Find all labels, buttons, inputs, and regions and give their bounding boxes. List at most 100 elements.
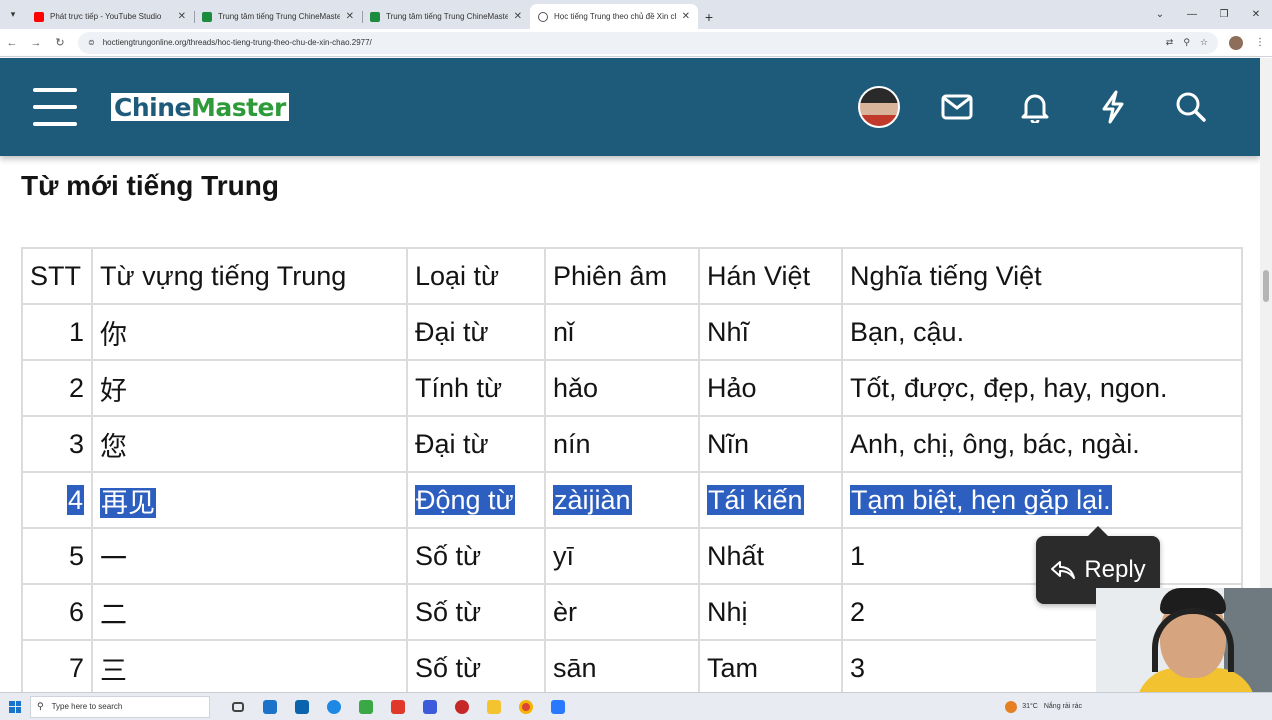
table-row: 2 好 Tính từ hǎo Hảo Tốt, được, đẹp, hay,… xyxy=(21,359,1243,417)
cell-word-type: Số từ xyxy=(406,639,546,692)
browser-tab-strip: ▾ Phát trực tiếp - YouTube Studio ✕ Trun… xyxy=(0,0,1272,29)
close-icon[interactable]: ✕ xyxy=(682,11,690,22)
browser-tab[interactable]: Trung tâm tiếng Trung ChineMaster ✕ xyxy=(194,4,362,29)
red-app-icon[interactable] xyxy=(446,699,478,714)
cell-word-type: Đại từ xyxy=(406,303,546,361)
close-window-icon[interactable]: ✕ xyxy=(1240,0,1272,29)
header-meaning: Nghĩa tiếng Việt xyxy=(841,247,1243,305)
selected-text[interactable]: 4 xyxy=(66,484,84,515)
cell-pinyin: hǎo xyxy=(544,359,700,417)
table-header-row: STT Từ vựng tiếng Trung Loại từ Phiên âm… xyxy=(21,247,1243,305)
whats-new-button[interactable] xyxy=(1074,90,1152,124)
cell-pinyin: nǐ xyxy=(544,303,700,361)
store-icon[interactable] xyxy=(254,699,286,714)
cell-word-type: Số từ xyxy=(406,583,546,641)
cell-stt: 6 xyxy=(21,583,93,641)
cell-pinyin: zàijiàn xyxy=(544,471,700,529)
search-button[interactable] xyxy=(1152,91,1230,123)
header-pinyin: Phiên âm xyxy=(544,247,700,305)
tab-search-icon[interactable]: ▾ xyxy=(0,0,26,29)
cell-stt: 4 xyxy=(21,471,93,529)
cell-word-type: Số từ xyxy=(406,527,546,585)
bookmark-star-icon[interactable]: ☆ xyxy=(1200,37,1208,48)
inbox-button[interactable] xyxy=(918,94,996,120)
cell-word-type: Đại từ xyxy=(406,415,546,473)
camtasia-green-icon[interactable] xyxy=(350,699,382,714)
mail-icon[interactable] xyxy=(286,699,318,714)
reply-label: Reply xyxy=(1084,556,1146,583)
forward-icon[interactable]: → xyxy=(24,31,48,55)
cell-stt: 2 xyxy=(21,359,93,417)
cell-pinyin: èr xyxy=(544,583,700,641)
site-logo[interactable]: Chine Master xyxy=(111,92,289,122)
cell-chinese-word: 好 xyxy=(91,359,408,417)
cell-chinese-word: 二 xyxy=(91,583,408,641)
logo-text-part2: Master xyxy=(190,92,286,122)
weather-temperature[interactable]: 31°C xyxy=(1022,703,1038,710)
translate-icon[interactable]: ⇄ xyxy=(1166,37,1174,48)
camtasia-red-icon[interactable] xyxy=(382,699,414,714)
cell-pinyin: yī xyxy=(544,527,700,585)
restore-icon[interactable]: ❐ xyxy=(1208,0,1240,29)
taskbar-search-input[interactable]: ⚲ Type here to search xyxy=(30,695,210,718)
cell-stt: 3 xyxy=(21,415,93,473)
tab-title: Học tiếng Trung theo chủ đề Xin chào xyxy=(554,12,676,21)
close-icon[interactable]: ✕ xyxy=(346,11,354,22)
alerts-button[interactable] xyxy=(996,91,1074,123)
tab-title: Phát trực tiếp - YouTube Studio xyxy=(50,12,162,21)
cell-chinese-word: 您 xyxy=(91,415,408,473)
header-chinese-word: Từ vựng tiếng Trung xyxy=(91,247,408,305)
cell-han-viet: Nhĩ xyxy=(698,303,843,361)
selected-text[interactable]: 再见 xyxy=(100,487,156,518)
minimize-icon[interactable]: — xyxy=(1176,0,1208,29)
browser-tab[interactable]: Phát trực tiếp - YouTube Studio ✕ xyxy=(26,4,194,29)
cell-stt: 5 xyxy=(21,527,93,585)
browser-tab[interactable]: Trung tâm tiếng Trung ChineMaster ✕ xyxy=(362,4,530,29)
back-icon[interactable]: ← xyxy=(0,31,24,55)
profile-avatar[interactable] xyxy=(1224,35,1248,50)
site-header: Chine Master xyxy=(0,58,1260,156)
table-row: 3 您 Đại từ nín Nĩn Anh, chị, ông, bác, n… xyxy=(21,415,1243,473)
zoom-icon[interactable]: ⚲ xyxy=(1183,37,1190,48)
user-avatar-button[interactable] xyxy=(840,86,918,128)
selected-text[interactable]: Tái kiến xyxy=(707,484,804,515)
hamburger-menu-icon[interactable] xyxy=(33,88,77,126)
screen: ▾ Phát trực tiếp - YouTube Studio ✕ Trun… xyxy=(0,0,1272,720)
file-explorer-icon[interactable] xyxy=(478,699,510,714)
photos-icon[interactable] xyxy=(542,699,574,714)
cell-word-type: Tính từ xyxy=(406,359,546,417)
browser-tab-active[interactable]: Học tiếng Trung theo chủ đề Xin chào ✕ xyxy=(530,4,698,29)
vocabulary-table: STT Từ vựng tiếng Trung Loại từ Phiên âm… xyxy=(21,247,1243,692)
weather-icon[interactable] xyxy=(1005,700,1018,713)
url-text[interactable]: hoctiengtrungonline.org/threads/hoc-tien… xyxy=(103,38,1156,47)
tab-title: Trung tâm tiếng Trung ChineMaster xyxy=(386,12,508,21)
selected-text[interactable]: Tạm biệt, hẹn gặp lại. xyxy=(850,484,1112,515)
reload-icon[interactable]: ↻ xyxy=(48,31,72,55)
scrollbar-thumb[interactable] xyxy=(1263,270,1269,302)
kebab-menu-icon[interactable]: ⋮ xyxy=(1248,37,1272,48)
lightning-bolt-icon xyxy=(1102,90,1124,124)
new-tab-button[interactable]: + xyxy=(698,4,720,29)
chevron-down-icon[interactable]: ⌄ xyxy=(1144,0,1176,29)
close-icon[interactable]: ✕ xyxy=(178,11,186,22)
cell-meaning: Bạn, cậu. xyxy=(841,303,1243,361)
cell-chinese-word: 三 xyxy=(91,639,408,692)
edge-icon[interactable] xyxy=(318,699,350,714)
selected-text[interactable]: zàijiàn xyxy=(553,484,632,515)
document-icon xyxy=(370,11,380,22)
reply-arrow-icon xyxy=(1051,561,1076,579)
chrome-icon[interactable] xyxy=(510,699,542,714)
document-icon xyxy=(202,11,212,22)
weather-description[interactable]: Nắng rải rác xyxy=(1044,703,1082,710)
windows-start-icon[interactable] xyxy=(0,693,30,720)
task-view-icon[interactable] xyxy=(222,701,254,712)
site-info-icon[interactable]: ⊜ xyxy=(88,38,95,47)
close-icon[interactable]: ✕ xyxy=(514,11,522,22)
cell-han-viet: Hảo xyxy=(698,359,843,417)
toolbar-right: ⋮ xyxy=(1224,35,1272,50)
selected-text[interactable]: Động từ xyxy=(415,484,515,515)
section-title: Từ mới tiếng Trung xyxy=(21,170,279,201)
bell-icon xyxy=(1021,94,1049,123)
address-bar[interactable]: ⊜ hoctiengtrungonline.org/threads/hoc-ti… xyxy=(78,31,1218,54)
remote-app-icon[interactable] xyxy=(414,699,446,714)
